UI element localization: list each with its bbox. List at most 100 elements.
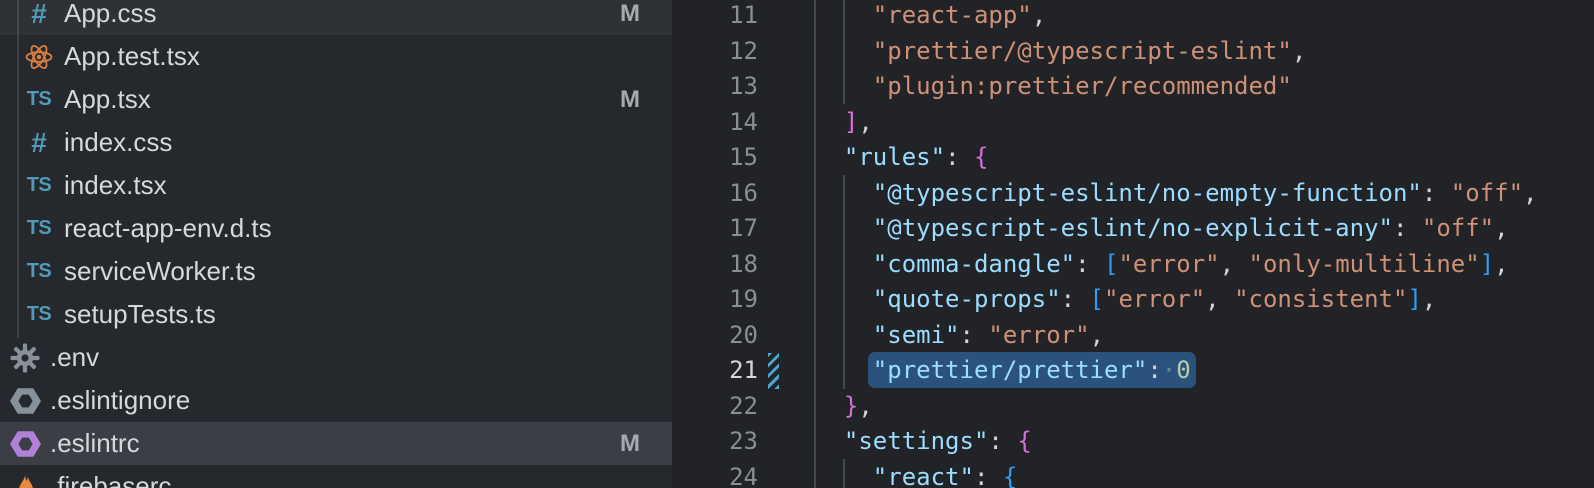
gutter-decoration [768,140,779,176]
code-text: "@typescript-eslint/no-empty-function": … [815,176,1537,212]
line-number[interactable]: 23 [672,424,758,460]
file-name: index.css [64,127,172,158]
file-explorer: # App.css M App.test.tsx TS App.tsx M # index.cs… [0,0,672,488]
code-line-12[interactable]: 12 "prettier/@typescript-eslint", [672,34,1594,70]
code-line-13[interactable]: 13 "plugin:prettier/recommended" [672,69,1594,105]
code-line-18[interactable]: 18 "comma-dangle": ["error", "only-multi… [672,247,1594,283]
line-number[interactable]: 11 [672,0,758,34]
file-row-app-css[interactable]: # App.css M [0,0,672,35]
gutter-decoration [768,0,779,34]
file-name: App.css [64,0,157,29]
code-text: }, [815,389,873,425]
gutter-decoration [768,318,779,354]
gear-icon [8,341,42,375]
file-row-index-css[interactable]: # index.css [0,121,672,164]
code-line-17[interactable]: 17 "@typescript-eslint/no-explicit-any":… [672,211,1594,247]
css-icon: # [22,0,56,31]
code-line-22[interactable]: 22 }, [672,389,1594,425]
file-name: react-app-env.d.ts [64,213,272,244]
line-number[interactable]: 19 [672,282,758,318]
code-text: "rules": { [815,140,988,176]
vscode-window: # App.css M App.test.tsx TS App.tsx M # index.cs… [0,0,1594,488]
line-number[interactable]: 12 [672,34,758,70]
file-row-setuptests-ts[interactable]: TS setupTests.ts [0,293,672,336]
code-line-11[interactable]: 11 "react-app", [672,0,1594,34]
git-modified-badge: M [620,0,640,28]
file-name: .firebaserc [50,471,171,488]
typescript-icon: TS [22,298,56,332]
code-text: "settings": { [815,424,1032,460]
file-row-index-tsx[interactable]: TS index.tsx [0,164,672,207]
file-name: App.test.tsx [64,41,200,72]
code-text: "react-app", [815,0,1046,34]
code-text: "plugin:prettier/recommended" [815,69,1292,105]
code-line-16[interactable]: 16 "@typescript-eslint/no-empty-function… [672,176,1594,212]
code-line-14[interactable]: 14 ], [672,105,1594,141]
code-editor[interactable]: 11 "react-app",12 "prettier/@typescript-… [672,0,1594,488]
file-name: .env [50,342,99,373]
gutter-decoration [768,34,779,70]
code-lines: 11 "react-app",12 "prettier/@typescript-… [672,0,1594,488]
code-line-21[interactable]: 21 "prettier/prettier":·0 [672,353,1594,389]
file-row-app-test-tsx[interactable]: App.test.tsx [0,35,672,78]
line-number[interactable]: 20 [672,318,758,354]
line-number[interactable]: 13 [672,69,758,105]
file-row-serviceworker-ts[interactable]: TS serviceWorker.ts [0,250,672,293]
code-line-24[interactable]: 24 "react": { [672,460,1594,488]
gutter-decoration [768,105,779,141]
git-modified-badge: M [620,86,640,114]
typescript-icon: TS [22,83,56,117]
git-modified-badge: M [620,430,640,458]
gutter-decoration [768,211,779,247]
file-name: .eslintrc [50,428,140,459]
typescript-icon: TS [22,212,56,246]
file-list: # App.css M App.test.tsx TS App.tsx M # index.cs… [0,0,672,488]
typescript-icon: TS [22,255,56,289]
line-number[interactable]: 18 [672,247,758,283]
eslint-icon [8,384,42,418]
code-line-20[interactable]: 20 "semi": "error", [672,318,1594,354]
typescript-icon: TS [22,169,56,203]
file-name: index.tsx [64,170,167,201]
line-number[interactable]: 21 [672,353,758,389]
line-number[interactable]: 22 [672,389,758,425]
line-number[interactable]: 14 [672,105,758,141]
file-name: setupTests.ts [64,299,216,330]
code-text: "comma-dangle": ["error", "only-multilin… [815,247,1509,283]
css-icon: # [22,126,56,160]
react-icon [22,40,56,74]
gutter-decoration [768,460,779,488]
eslint-icon [8,427,42,461]
file-row-eslintrc[interactable]: .eslintrc M [0,422,672,465]
code-text: "prettier/prettier":·0 [815,353,1191,389]
flame-icon [8,470,42,488]
code-line-19[interactable]: 19 "quote-props": ["error", "consistent"… [672,282,1594,318]
code-text: "prettier/@typescript-eslint", [815,34,1306,70]
file-name: serviceWorker.ts [64,256,256,287]
code-text: "@typescript-eslint/no-explicit-any": "o… [815,211,1509,247]
line-number[interactable]: 16 [672,176,758,212]
code-text: ], [815,105,873,141]
line-number[interactable]: 24 [672,460,758,488]
file-row-eslintignore[interactable]: .eslintignore [0,379,672,422]
gutter-decoration [768,69,779,105]
gutter-decoration [768,424,779,460]
gutter-decoration [768,176,779,212]
gutter-decoration [768,247,779,283]
code-line-15[interactable]: 15 "rules": { [672,140,1594,176]
file-row-env[interactable]: .env [0,336,672,379]
text-selection: "prettier/prettier":·0 [868,352,1196,388]
line-number[interactable]: 17 [672,211,758,247]
file-name: App.tsx [64,84,151,115]
code-line-23[interactable]: 23 "settings": { [672,424,1594,460]
file-row-firebaserc[interactable]: .firebaserc [0,465,672,488]
file-name: .eslintignore [50,385,190,416]
file-row-app-tsx[interactable]: TS App.tsx M [0,78,672,121]
code-text: "react": { [815,460,1017,488]
code-text: "semi": "error", [815,318,1104,354]
file-row-react-app-env-d-ts[interactable]: TS react-app-env.d.ts [0,207,672,250]
code-text: "quote-props": ["error", "consistent"], [815,282,1436,318]
line-number[interactable]: 15 [672,140,758,176]
gutter-decoration [768,282,779,318]
gutter-modified-indicator [768,353,779,389]
